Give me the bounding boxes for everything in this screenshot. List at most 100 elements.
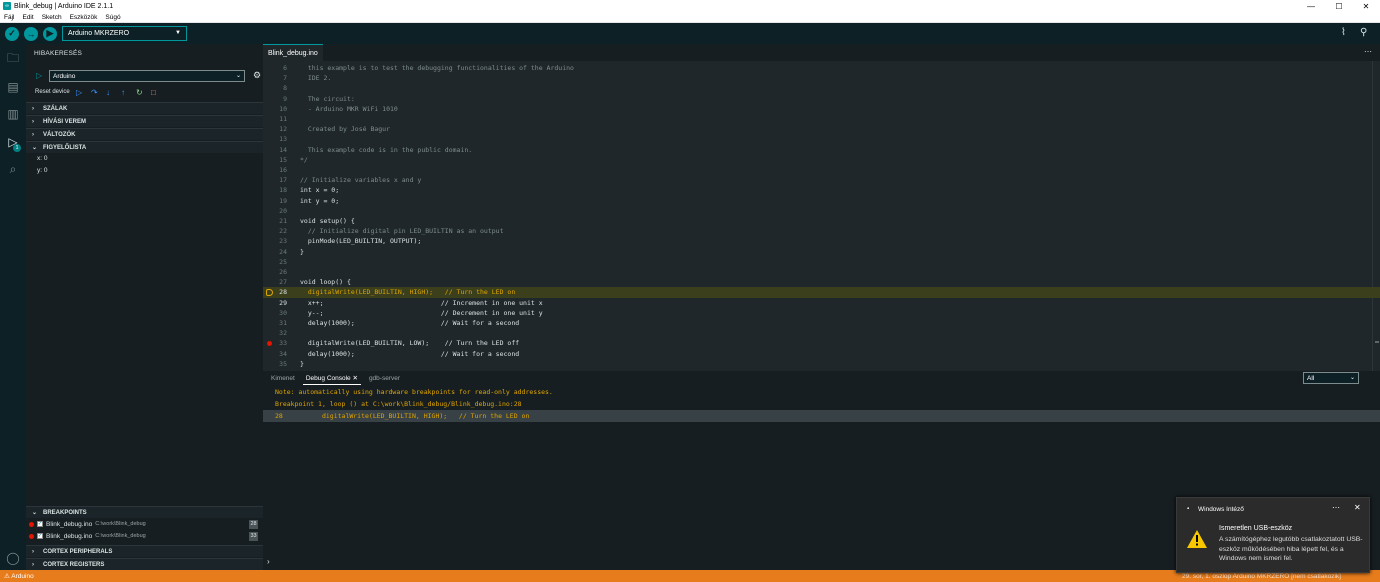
more-icon[interactable]: ⋯ (1332, 503, 1340, 512)
close-icon[interactable]: ✕ (352, 375, 357, 382)
step-into-icon[interactable]: ↓ (106, 88, 110, 97)
menu-sketch[interactable]: Sketch (42, 14, 62, 21)
verify-button[interactable]: ✓ (5, 26, 19, 41)
section-threads[interactable]: › SZÁLAK (26, 102, 263, 114)
maximize-button[interactable]: ☐ (1325, 0, 1353, 12)
tab-debug-console[interactable]: Debug Console ✕ (302, 372, 361, 385)
boards-manager-icon[interactable]: ▤ (5, 79, 21, 95)
code-line[interactable]: 6 this example is to test the debugging … (263, 63, 1380, 73)
code-line[interactable]: 22 // Initialize digital pin LED_BUILTIN… (263, 226, 1380, 236)
tab-gdb-server[interactable]: gdb-server (366, 373, 403, 384)
chevron-down-icon: ▼ (175, 30, 181, 36)
code-line[interactable]: 25 (263, 257, 1380, 267)
section-breakpoints[interactable]: ⌄ BREAKPOINTS (26, 506, 263, 518)
breakpoint-item[interactable]: ✓ Blink_debug.ino C:\work\Blink_debug 28 (26, 518, 263, 530)
section-watch[interactable]: ⌄ FIGYELŐLISTA (26, 141, 263, 153)
code-line[interactable]: 27 void loop() { (263, 277, 1380, 287)
code-line[interactable]: 32 (263, 328, 1380, 338)
section-cortex-peripherals[interactable]: › CORTEX PERIPHERALS (26, 545, 263, 557)
code-line[interactable]: 33 digitalWrite(LED_BUILTIN, LOW); // Tu… (263, 338, 1380, 348)
code-line[interactable]: 11 (263, 114, 1380, 124)
code-line[interactable]: 20 (263, 206, 1380, 216)
code-line[interactable]: 10 - Arduino MKR WiFi 1010 (263, 104, 1380, 114)
code-line[interactable]: 26 (263, 267, 1380, 277)
code-line[interactable]: 8 (263, 83, 1380, 93)
upload-button[interactable]: → (24, 26, 38, 41)
step-out-icon[interactable]: ↑ (121, 88, 125, 97)
code-line[interactable]: 14 This example code is in the public do… (263, 145, 1380, 155)
output-filter-select[interactable]: All ⌄ (1303, 372, 1359, 384)
code-line[interactable]: 9 The circuit: (263, 94, 1380, 104)
step-over-icon[interactable]: ↷ (91, 88, 98, 97)
code-line[interactable]: 7 IDE 2. (263, 73, 1380, 83)
code-editor[interactable]: 6 this example is to test the debugging … (263, 61, 1380, 371)
code-line[interactable]: 29 x++; // Increment in one unit x (263, 298, 1380, 308)
menu-file[interactable]: Fájl (4, 14, 14, 21)
library-manager-icon[interactable]: ▥ (5, 106, 21, 122)
continue-icon[interactable]: ▷ (76, 88, 82, 97)
reset-device-button[interactable]: Reset device (35, 89, 70, 95)
breakpoint-path: C:\work\Blink_debug (95, 533, 146, 539)
usb-notification[interactable]: ▪ Windows Intéző ⋯ ✕ Ismeretlen USB-eszk… (1176, 497, 1370, 573)
line-number: 22 (279, 227, 287, 236)
breakpoint-checkbox[interactable]: ✓ (37, 521, 43, 527)
code-line[interactable]: 16 (263, 165, 1380, 175)
status-arduino[interactable]: ⚠ Arduino (4, 572, 34, 580)
code-line[interactable]: 13 (263, 134, 1380, 144)
start-debug-icon[interactable]: ▷ (36, 71, 42, 80)
code-line[interactable]: 19 int y = 0; (263, 196, 1380, 206)
status-right[interactable]: 29. sor, 1. oszlop Arduino MKRZERO [nem … (1182, 573, 1341, 580)
code-text: */ (300, 155, 308, 164)
code-line[interactable]: 23 pinMode(LED_BUILTIN, OUTPUT); (263, 236, 1380, 246)
code-line[interactable]: 28 digitalWrite(LED_BUILTIN, HIGH); // T… (263, 287, 1380, 298)
code-line[interactable]: 17 // Initialize variables x and y (263, 175, 1380, 185)
code-line[interactable]: 21 void setup() { (263, 216, 1380, 226)
breakpoint-checkbox[interactable]: ✓ (37, 533, 43, 539)
line-number: 18 (279, 186, 287, 195)
account-icon[interactable]: ◯ (5, 550, 21, 566)
panel-tabs: Kimenet Debug Console ✕ gdb-server (263, 371, 1380, 386)
tab-output[interactable]: Kimenet (268, 373, 298, 384)
serial-monitor-icon[interactable]: ⚲ (1360, 27, 1367, 38)
debug-button[interactable]: ▶ (43, 26, 57, 41)
output-filter-value: All (1307, 374, 1315, 382)
restart-icon[interactable]: ↻ (136, 88, 143, 97)
section-callstack[interactable]: › HÍVÁSI VEREM (26, 115, 263, 127)
watch-item-y[interactable]: y: 0 (37, 167, 47, 174)
line-number: 25 (279, 257, 287, 266)
serial-plotter-icon[interactable]: ⌇ (1341, 27, 1346, 38)
code-line[interactable]: 18 int x = 0; (263, 185, 1380, 195)
code-line[interactable]: 34 delay(1000); // Wait for a second (263, 349, 1380, 359)
code-line[interactable]: 30 y--; // Decrement in one unit y (263, 308, 1380, 318)
line-number: 6 (283, 64, 287, 72)
debug-config-select[interactable]: Arduino ⌄ (49, 70, 245, 82)
stop-icon[interactable]: □ (151, 88, 156, 97)
minimize-button[interactable]: — (1297, 0, 1325, 12)
breakpoint-item[interactable]: ✓ Blink_debug.ino C:\work\Blink_debug 33 (26, 530, 263, 542)
code-line[interactable]: 12 Created by José Bagur (263, 124, 1380, 134)
section-cortex-registers[interactable]: › CORTEX REGISTERS (26, 558, 263, 570)
line-number: 32 (279, 329, 287, 338)
arduino-app-icon: ∞ (3, 2, 11, 10)
line-number: 35 (279, 359, 287, 368)
tab-blink-debug[interactable]: Blink_debug.ino (263, 44, 323, 61)
console-prompt-icon[interactable]: › (267, 557, 270, 566)
board-selector[interactable]: Arduino MKRZERO ▼ (62, 26, 187, 41)
chevron-down-icon: ⌄ (235, 73, 241, 79)
watch-item-x[interactable]: x: 0 (37, 155, 47, 162)
sketchbook-icon[interactable]: 🗀 (5, 51, 21, 67)
code-line[interactable]: 15 */ (263, 155, 1380, 165)
menu-help[interactable]: Súgó (105, 14, 120, 21)
code-line[interactable]: 24} (263, 247, 1380, 257)
close-icon[interactable]: ✕ (1354, 503, 1361, 512)
close-window-button[interactable]: ✕ (1352, 0, 1380, 12)
section-variables[interactable]: › VÁLTOZÓK (26, 128, 263, 140)
code-line[interactable]: 35} (263, 359, 1380, 369)
code-line[interactable]: 31 delay(1000); // Wait for a second (263, 318, 1380, 328)
code-text: y--; // Decrement in one unit y (300, 308, 543, 317)
search-icon[interactable]: ⌕ (5, 161, 21, 177)
menu-edit[interactable]: Edit (22, 14, 33, 21)
menu-tools[interactable]: Eszközök (70, 14, 98, 21)
more-icon[interactable]: ⋯ (1364, 47, 1372, 56)
gear-icon[interactable]: ⚙ (253, 70, 261, 81)
